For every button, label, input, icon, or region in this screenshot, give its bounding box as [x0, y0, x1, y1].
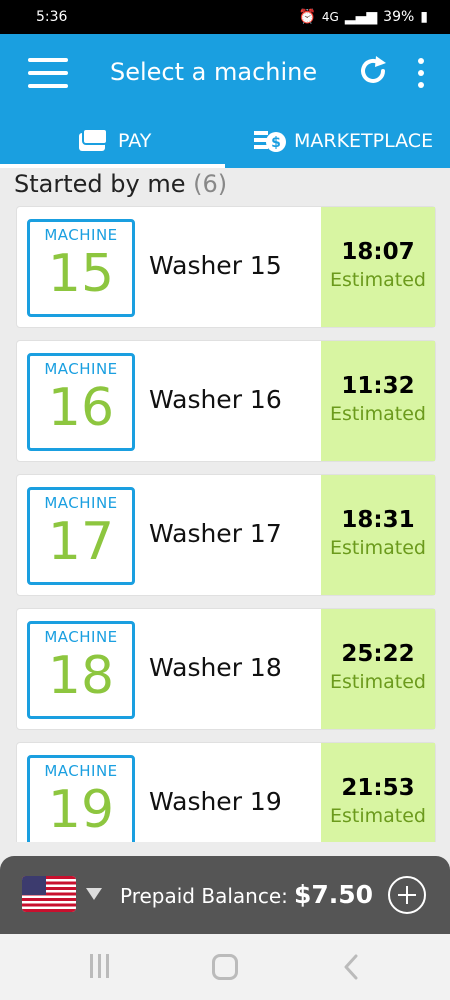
machine-card[interactable]: MACHINE 15 Washer 15 18:07 Estimated — [16, 206, 436, 328]
active-tab-indicator — [0, 164, 225, 168]
svg-text:$: $ — [271, 135, 281, 151]
status-icons: ⏰ 4G ▂▄▆ 39% ▮ — [298, 9, 428, 25]
time-status: Estimated — [330, 805, 426, 827]
status-time: 5:36 — [36, 9, 68, 25]
machine-name: Washer 19 — [149, 787, 282, 816]
more-options-icon[interactable] — [414, 56, 428, 90]
section-title: Started by me — [14, 170, 186, 198]
back-icon[interactable] — [342, 954, 360, 980]
machine-badge: MACHINE 19 — [27, 755, 135, 842]
page-title: Select a machine — [110, 58, 318, 86]
tab-marketplace-label: MARKETPLACE — [294, 130, 434, 152]
system-nav-bar — [0, 934, 450, 1000]
prepaid-balance-label: Prepaid Balance: — [120, 884, 288, 908]
machine-badge: MACHINE 18 — [27, 621, 135, 719]
machine-number: 17 — [47, 512, 115, 572]
machine-card[interactable]: MACHINE 17 Washer 17 18:31 Estimated — [16, 474, 436, 596]
machine-card[interactable]: MACHINE 16 Washer 16 11:32 Estimated — [16, 340, 436, 462]
section-count: (6) — [193, 170, 228, 198]
time-value: 25:22 — [341, 641, 415, 667]
machine-badge-label: MACHINE — [44, 494, 118, 512]
time-remaining: 21:53 Estimated — [321, 743, 435, 842]
recent-apps-icon[interactable] — [88, 954, 112, 978]
machine-badge-label: MACHINE — [44, 762, 118, 780]
currency-dropdown-icon[interactable] — [86, 888, 102, 900]
time-status: Estimated — [330, 403, 426, 425]
refresh-icon[interactable] — [356, 54, 390, 88]
time-remaining: 25:22 Estimated — [321, 609, 435, 729]
machine-badge: MACHINE 15 — [27, 219, 135, 317]
time-remaining: 11:32 Estimated — [321, 341, 435, 461]
menu-icon[interactable] — [28, 58, 68, 88]
time-value: 11:32 — [341, 373, 415, 399]
add-funds-button[interactable] — [388, 876, 426, 914]
machine-number: 19 — [47, 780, 115, 840]
battery-level: 39% — [383, 9, 415, 25]
time-status: Estimated — [330, 269, 426, 291]
machine-name: Washer 17 — [149, 519, 282, 548]
machine-badge-label: MACHINE — [44, 628, 118, 646]
machine-name: Washer 15 — [149, 251, 282, 280]
app-bar: Select a machine — [0, 34, 450, 114]
tab-marketplace[interactable]: $ MARKETPLACE — [252, 114, 433, 168]
machine-number: 15 — [47, 244, 115, 304]
machine-name: Washer 18 — [149, 653, 282, 682]
tab-pay[interactable]: PAY — [76, 114, 151, 168]
us-flag-icon[interactable] — [22, 876, 76, 912]
time-status: Estimated — [330, 537, 426, 559]
home-icon[interactable] — [212, 954, 238, 980]
machine-list[interactable]: MACHINE 15 Washer 15 18:07 Estimated MAC… — [16, 206, 436, 842]
time-value: 18:07 — [341, 239, 415, 265]
status-bar: 5:36 ⏰ 4G ▂▄▆ 39% ▮ — [0, 0, 450, 34]
machine-name: Washer 16 — [149, 385, 282, 414]
time-status: Estimated — [330, 671, 426, 693]
alarm-icon: ⏰ — [298, 9, 316, 25]
signal-icon: ▂▄▆ — [344, 9, 378, 25]
tab-pay-label: PAY — [118, 130, 152, 152]
network-type: 4G — [321, 10, 339, 24]
machine-badge: MACHINE 16 — [27, 353, 135, 451]
time-value: 21:53 — [341, 775, 415, 801]
section-header: Started by me (6) — [14, 170, 227, 198]
machine-number: 18 — [47, 646, 115, 706]
coins-dollar-icon: $ — [254, 131, 286, 152]
tab-bar: PAY $ MARKETPLACE — [0, 114, 450, 168]
prepaid-balance-bar: Prepaid Balance: $7.50 — [0, 856, 450, 934]
time-value: 18:31 — [341, 507, 415, 533]
machine-badge-label: MACHINE — [44, 226, 118, 244]
time-remaining: 18:07 Estimated — [321, 207, 435, 327]
card-wallet-icon — [79, 128, 108, 151]
machine-card[interactable]: MACHINE 18 Washer 18 25:22 Estimated — [16, 608, 436, 730]
machine-number: 16 — [47, 378, 115, 438]
prepaid-balance-value: $7.50 — [294, 880, 374, 909]
machine-badge: MACHINE 17 — [27, 487, 135, 585]
battery-icon: ▮ — [420, 9, 428, 25]
time-remaining: 18:31 Estimated — [321, 475, 435, 595]
machine-badge-label: MACHINE — [44, 360, 118, 378]
machine-card[interactable]: MACHINE 19 Washer 19 21:53 Estimated — [16, 742, 436, 842]
